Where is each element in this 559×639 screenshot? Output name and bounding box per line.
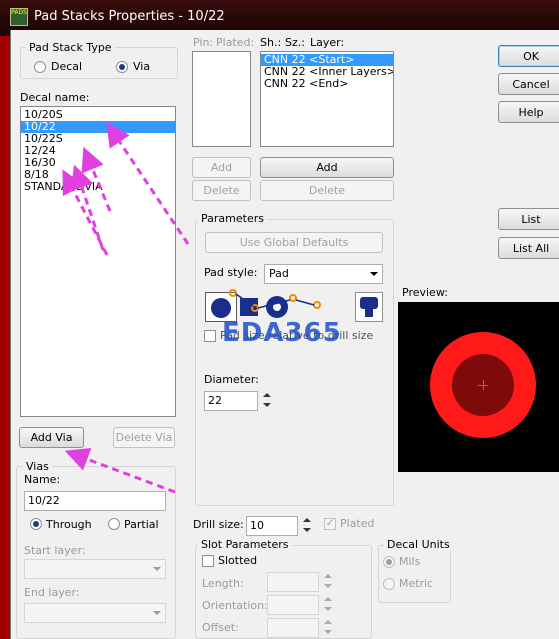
annotation-arrows: [62, 122, 190, 494]
arrow-to-add-via: [64, 447, 176, 494]
arrow-to-selected-decal: [106, 122, 190, 245]
arrow-to-decal-3: [62, 169, 109, 256]
arrow-to-decal-1: [81, 146, 112, 212]
